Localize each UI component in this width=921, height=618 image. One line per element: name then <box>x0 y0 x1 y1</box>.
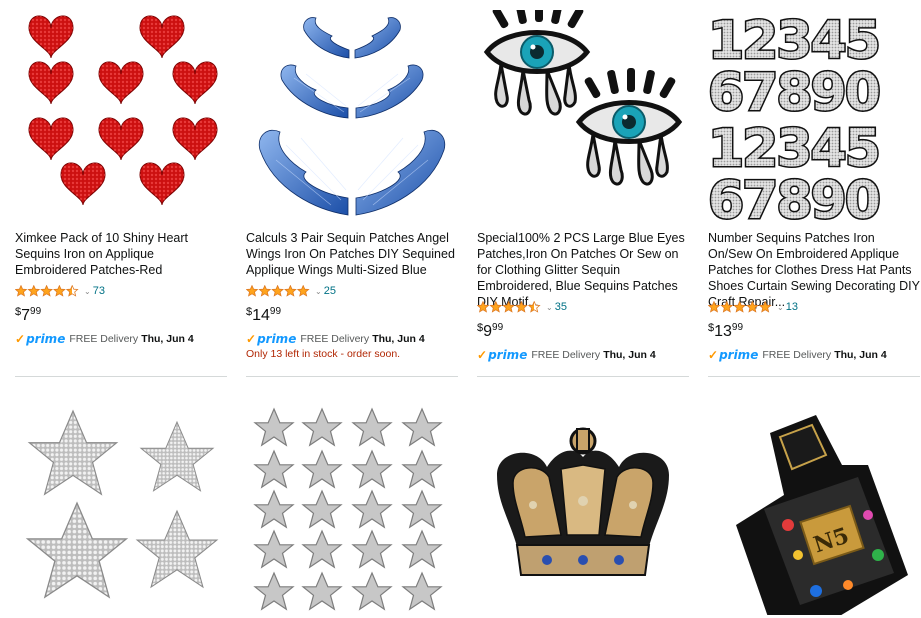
product-image[interactable]: 12345 67890 12345 67890 <box>708 10 920 220</box>
star-icon <box>720 301 734 313</box>
delivery-info: ✓ prime FREE Delivery Thu, Jun 4 <box>477 348 656 362</box>
rating-row[interactable]: ⌄ 13 <box>708 300 798 314</box>
star-patch <box>402 530 442 568</box>
product-price[interactable]: $1399 <box>708 322 743 341</box>
prime-check-icon: ✓ <box>15 332 26 346</box>
divider <box>477 376 689 377</box>
number-patch-row: 67890 <box>708 63 879 123</box>
star-icon <box>271 285 284 297</box>
prime-check-icon: ✓ <box>246 332 257 346</box>
star-icon <box>758 301 772 313</box>
star-patch <box>352 530 392 568</box>
delivery-info: ✓ prime FREE Delivery Thu, Jun 4 <box>15 332 194 346</box>
chevron-down-icon[interactable]: ⌄ <box>546 303 553 312</box>
star-icon <box>284 285 297 297</box>
product-title-link[interactable]: Ximkee Pack of 10 Shiny Heart Sequins Ir… <box>15 230 227 278</box>
number-patch-row: 12345 <box>708 119 879 179</box>
star-icon <box>502 301 515 313</box>
product-image[interactable]: N5 <box>708 405 920 615</box>
prime-logo: ✓ prime <box>246 332 297 346</box>
star-patch <box>402 572 442 610</box>
number-patch-row: 12345 <box>708 11 879 71</box>
rating-row[interactable]: ⌄ 35 <box>477 300 567 314</box>
prime-logo: ✓ prime <box>708 348 759 362</box>
product-title-link[interactable]: Number Sequins Patches Iron On/Sew On Em… <box>708 230 920 310</box>
delivery-info: ✓ prime FREE Delivery Thu, Jun 4 <box>246 332 425 346</box>
star-icon <box>708 301 721 313</box>
star-icon <box>527 301 541 313</box>
star-icon <box>15 285 28 297</box>
star-icon <box>65 285 79 297</box>
product-image[interactable] <box>246 10 458 220</box>
star-patch <box>352 408 392 446</box>
divider <box>246 376 458 377</box>
product-image[interactable] <box>15 405 227 615</box>
star-patch <box>302 572 342 610</box>
product-price[interactable]: $1499 <box>246 306 281 325</box>
rating-row[interactable]: ⌄ 25 <box>246 284 336 298</box>
prime-logo: ✓ prime <box>15 332 66 346</box>
star-rating-icon <box>15 285 79 297</box>
prime-logo: ✓ prime <box>477 348 528 362</box>
review-count[interactable]: 35 <box>555 301 567 313</box>
star-patch <box>352 490 392 528</box>
star-patch <box>254 408 294 446</box>
star-patch <box>302 490 342 528</box>
rating-row[interactable]: ⌄ 73 <box>15 284 105 298</box>
star-patch <box>254 572 294 610</box>
product-image[interactable] <box>477 10 689 220</box>
product-image[interactable] <box>15 10 227 220</box>
star-patch <box>402 450 442 488</box>
product-price[interactable]: $799 <box>15 306 41 325</box>
divider <box>15 376 227 377</box>
star-icon <box>40 285 53 297</box>
star-patch <box>302 408 342 446</box>
star-patch <box>254 450 294 488</box>
delivery-info: ✓ prime FREE Delivery Thu, Jun 4 <box>708 348 887 362</box>
star-icon <box>246 285 259 297</box>
star-icon <box>53 285 66 297</box>
product-title-link[interactable]: Special100% 2 PCS Large Blue Eyes Patche… <box>477 230 689 310</box>
star-icon <box>515 301 528 313</box>
star-rating-icon <box>477 301 541 313</box>
divider <box>708 376 920 377</box>
star-patch <box>302 450 342 488</box>
chevron-down-icon[interactable]: ⌄ <box>777 303 784 312</box>
product-image[interactable] <box>246 405 458 615</box>
star-icon <box>489 301 503 313</box>
product-price[interactable]: $999 <box>477 322 503 341</box>
star-icon <box>296 285 310 297</box>
chevron-down-icon[interactable]: ⌄ <box>84 287 91 296</box>
star-patch <box>302 530 342 568</box>
prime-check-icon: ✓ <box>708 348 719 362</box>
chevron-down-icon[interactable]: ⌄ <box>315 287 322 296</box>
star-patch <box>352 572 392 610</box>
number-patch-row: 67890 <box>708 171 879 220</box>
star-rating-icon <box>708 301 772 313</box>
star-icon <box>746 301 759 313</box>
star-icon <box>477 301 490 313</box>
star-icon <box>733 301 746 313</box>
star-icon <box>27 285 41 297</box>
stock-warning: Only 13 left in stock - order soon. <box>246 348 401 360</box>
product-title-link[interactable]: Calculs 3 Pair Sequin Patches Angel Wing… <box>246 230 458 278</box>
star-icon <box>258 285 272 297</box>
star-patch <box>402 408 442 446</box>
star-patch <box>352 450 392 488</box>
review-count[interactable]: 25 <box>324 285 336 297</box>
star-patch <box>254 490 294 528</box>
star-patch <box>402 490 442 528</box>
review-count[interactable]: 13 <box>786 301 798 313</box>
star-patch <box>254 530 294 568</box>
star-rating-icon <box>246 285 310 297</box>
prime-check-icon: ✓ <box>477 348 488 362</box>
product-image[interactable] <box>477 405 689 615</box>
review-count[interactable]: 73 <box>93 285 105 297</box>
